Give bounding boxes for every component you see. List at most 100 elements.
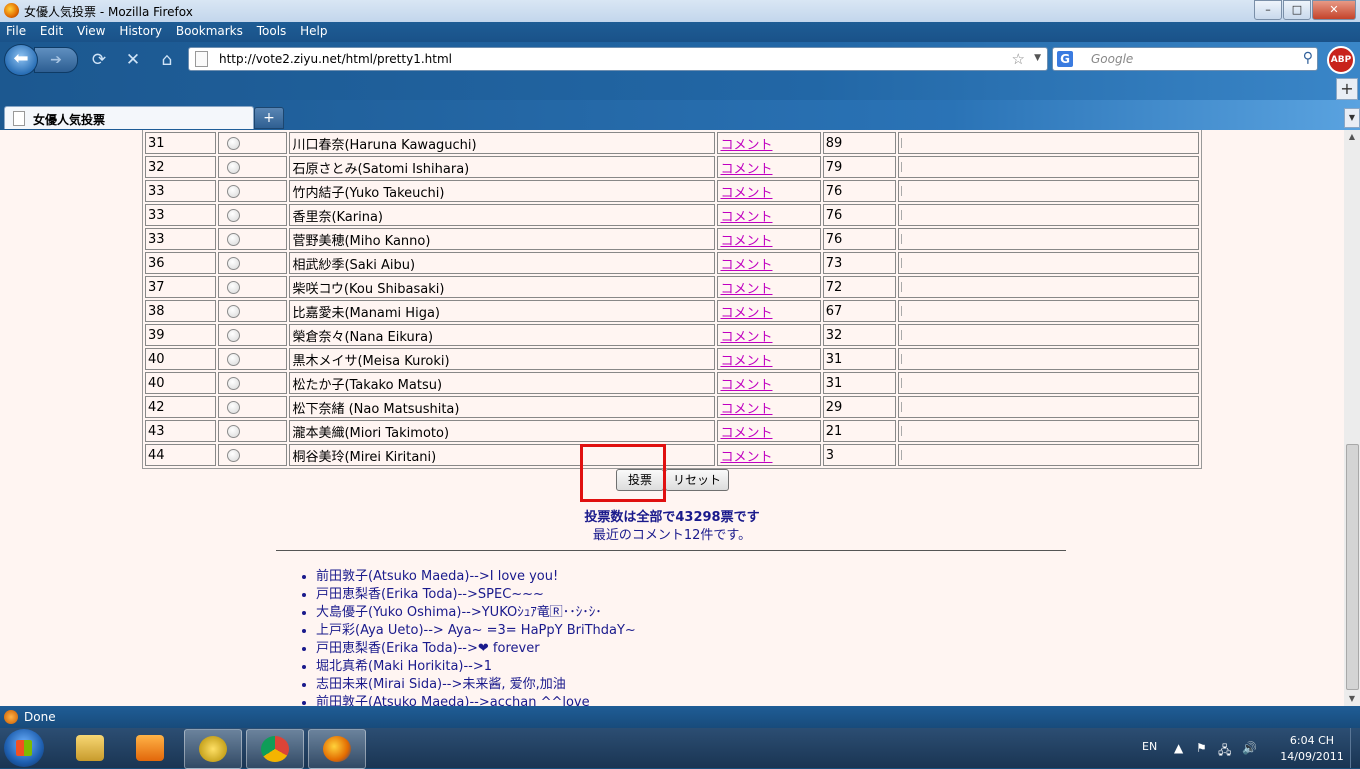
radio-cell	[218, 228, 288, 250]
table-row: 32 石原さとみ(Satomi Ishihara) コメント 79	[145, 156, 1199, 178]
comment-link[interactable]: コメント	[720, 162, 772, 177]
vote-bar	[900, 186, 902, 196]
actress-name: 菅野美穂(Miho Kanno)	[289, 228, 716, 250]
vote-radio[interactable]	[227, 256, 241, 270]
taskbar-yahoo-messenger[interactable]	[184, 729, 242, 769]
action-center-flag-icon[interactable]: ⚑	[1196, 741, 1207, 755]
menu-bookmarks[interactable]: Bookmarks	[172, 22, 247, 40]
volume-icon[interactable]: 🔊	[1242, 741, 1257, 755]
vote-bar-cell	[897, 324, 1199, 346]
search-icon[interactable]: ⚲	[1303, 50, 1313, 66]
scrollbar-thumb[interactable]	[1346, 444, 1359, 690]
vote-radio[interactable]	[227, 160, 241, 174]
tab-page-icon	[13, 111, 25, 126]
clock-date[interactable]: 14/09/2011	[1272, 750, 1352, 763]
show-desktop-button[interactable]	[1350, 728, 1360, 768]
radio-cell	[218, 324, 288, 346]
comment-link[interactable]: コメント	[720, 282, 772, 297]
minimize-button[interactable]: –	[1254, 0, 1282, 20]
actress-name: 瀧本美織(Miori Takimoto)	[289, 420, 716, 442]
page-content: 31 川口春奈(Haruna Kawaguchi) コメント 89 32 石原さとみ(Sa…	[0, 130, 1344, 706]
start-button[interactable]	[4, 729, 44, 767]
new-tab-button[interactable]: +	[254, 107, 284, 129]
sidebar-add-icon[interactable]: +	[1336, 78, 1358, 100]
maximize-button[interactable]: □	[1283, 0, 1311, 20]
forward-button[interactable]: ➔	[34, 47, 78, 73]
scroll-up-icon[interactable]: ▲	[1344, 130, 1360, 144]
language-indicator[interactable]: EN	[1142, 740, 1157, 753]
google-icon[interactable]: G	[1057, 51, 1073, 67]
windows-logo-icon	[16, 740, 32, 756]
back-button[interactable]: ⬅	[4, 44, 38, 76]
comment-link[interactable]: コメント	[720, 234, 772, 249]
comment-link[interactable]: コメント	[720, 210, 772, 225]
rank-cell: 37	[145, 276, 217, 298]
taskbar-firefox[interactable]	[308, 729, 366, 769]
yahoo-messenger-icon	[199, 736, 227, 762]
radio-cell	[218, 204, 288, 226]
comment-link[interactable]: コメント	[720, 306, 772, 321]
reload-icon[interactable]: ⟳	[88, 49, 110, 71]
network-icon[interactable]: 🖧	[1218, 741, 1231, 762]
vote-radio[interactable]	[227, 328, 241, 342]
list-item: 前田敦子(Atsuko Maeda)-->I love you!	[316, 568, 636, 586]
menu-tools[interactable]: Tools	[253, 22, 291, 40]
vote-radio[interactable]	[227, 232, 241, 246]
comment-link[interactable]: コメント	[720, 258, 772, 273]
comment-link[interactable]: コメント	[720, 402, 772, 417]
back-arrow-icon: ⬅	[13, 48, 29, 69]
reset-button[interactable]: リセット	[665, 469, 729, 491]
home-icon[interactable]: ⌂	[156, 49, 178, 71]
taskbar-chrome[interactable]	[246, 729, 304, 769]
actress-name: 松下奈緒 (Nao Matsushita)	[289, 396, 716, 418]
vote-radio[interactable]	[227, 184, 241, 198]
vote-radio[interactable]	[227, 304, 241, 318]
adblock-icon[interactable]: ABP	[1327, 46, 1355, 74]
url-bar[interactable]: http://vote2.ziyu.net/html/pretty1.html …	[188, 47, 1048, 71]
vote-radio[interactable]	[227, 376, 241, 390]
table-row: 42 松下奈緒 (Nao Matsushita) コメント 29	[145, 396, 1199, 418]
clock-time[interactable]: 6:04 CH	[1282, 734, 1342, 747]
tray-expand-icon[interactable]: ▲	[1174, 741, 1183, 755]
comment-link[interactable]: コメント	[720, 138, 772, 153]
menu-edit[interactable]: Edit	[36, 22, 67, 40]
comment-link[interactable]: コメント	[720, 354, 772, 369]
comment-link[interactable]: コメント	[720, 378, 772, 393]
comment-link[interactable]: コメント	[720, 186, 772, 201]
vote-radio[interactable]	[227, 352, 241, 366]
vote-count: 76	[822, 180, 896, 202]
url-dropdown-icon[interactable]: ▼	[1034, 53, 1041, 63]
vote-radio[interactable]	[227, 400, 241, 414]
table-row: 33 菅野美穂(Miho Kanno) コメント 76	[145, 228, 1199, 250]
taskbar-media-player[interactable]	[122, 729, 178, 767]
menu-history[interactable]: History	[115, 22, 166, 40]
vote-bar-cell	[897, 228, 1199, 250]
menu-bar: File Edit View History Bookmarks Tools H…	[0, 22, 1360, 42]
close-button[interactable]: ✕	[1312, 0, 1356, 20]
stop-icon[interactable]: ✕	[122, 49, 144, 71]
menu-help[interactable]: Help	[296, 22, 331, 40]
menu-file[interactable]: File	[2, 22, 30, 40]
comment-link[interactable]: コメント	[720, 426, 772, 441]
menu-view[interactable]: View	[73, 22, 109, 40]
comment-cell: コメント	[717, 324, 821, 346]
window-controls: – □ ✕	[1253, 0, 1356, 20]
vote-radio[interactable]	[227, 136, 241, 150]
vote-radio[interactable]	[227, 448, 241, 462]
vote-radio[interactable]	[227, 280, 241, 294]
bookmark-star-icon[interactable]: ☆	[1012, 50, 1025, 68]
scroll-down-icon[interactable]: ▼	[1344, 692, 1360, 706]
search-bar[interactable]: G Google ⚲	[1052, 47, 1318, 71]
comment-link[interactable]: コメント	[720, 450, 772, 465]
vote-radio[interactable]	[227, 424, 241, 438]
vote-count: 31	[822, 372, 896, 394]
vote-radio[interactable]	[227, 208, 241, 222]
tab-active[interactable]: 女優人気投票	[4, 106, 254, 129]
taskbar-explorer[interactable]	[62, 729, 118, 767]
table-row: 37 柴咲コウ(Kou Shibasaki) コメント 72	[145, 276, 1199, 298]
comment-link[interactable]: コメント	[720, 330, 772, 345]
vote-count: 32	[822, 324, 896, 346]
vote-count: 21	[822, 420, 896, 442]
tab-list-dropdown-icon[interactable]: ▼	[1344, 108, 1360, 128]
vertical-scrollbar[interactable]: ▲ ▼	[1344, 130, 1360, 706]
